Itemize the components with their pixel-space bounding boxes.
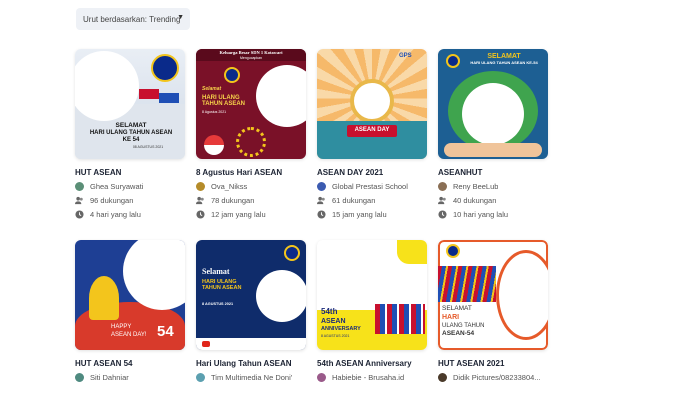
art-text: 8 AGUSTUS 2021 xyxy=(321,334,350,338)
author-name[interactable]: Siti Dahniar xyxy=(90,373,129,382)
art-text: ASEAN DAY xyxy=(354,127,390,133)
avatar xyxy=(317,182,326,191)
art-text: Keluarga Besar SDN 1 Kotawari xyxy=(219,50,283,55)
art-text: ASEAN xyxy=(321,318,346,325)
chevron-down-icon: ▼ xyxy=(177,14,184,21)
art-text: 8 AGUSTUS 2021 xyxy=(202,302,234,306)
author-name[interactable]: Ghea Suryawati xyxy=(90,182,143,191)
campaign-title[interactable]: 8 Agustus Hari ASEAN xyxy=(196,168,306,177)
clock-icon xyxy=(438,210,447,219)
time-ago: 12 jam yang lalu xyxy=(211,210,266,219)
art-text: Mengucapkan xyxy=(240,56,262,60)
support-count: 78 dukungan xyxy=(211,196,255,205)
art-text: 08 AGUSTUS 2021 xyxy=(132,145,164,149)
campaign-card[interactable]: Keluarga Besar SDN 1 Kotawari Mengucapka… xyxy=(196,49,306,219)
author-name[interactable]: Ova_Nikss xyxy=(211,182,247,191)
users-icon xyxy=(196,196,205,205)
art-text: HARI ULANG TAHUN ASEAN xyxy=(202,279,242,291)
art-text: KE 54 xyxy=(122,137,140,143)
art-text: SELAMAT xyxy=(115,122,147,129)
time-ago: 4 hari yang lalu xyxy=(90,210,141,219)
campaign-card[interactable]: SELAMAT HARI ULANG TAHUN ASEAN-54 HUT AS… xyxy=(438,240,548,382)
art-text: 54 xyxy=(157,323,174,340)
art-text: 8 Agustus 2021 xyxy=(202,110,227,114)
avatar xyxy=(196,182,205,191)
art-text: ULANG TAHUN xyxy=(442,323,485,329)
campaign-title[interactable]: HUT ASEAN 2021 xyxy=(438,359,548,368)
campaign-card[interactable]: SELAMAT HARI ULANG TAHUN ASEAN KE 54 08 … xyxy=(75,49,185,219)
campaign-thumbnail[interactable]: 54th ASEAN ANNIVERSARY 8 AGUSTUS 2021 xyxy=(317,240,427,350)
art-text: HARI ULANG TAHUN ASEAN xyxy=(202,95,245,108)
art-text: HARI ULANG TAHUN ASEAN xyxy=(89,130,173,136)
sort-dropdown[interactable]: Urut berdasarkan: Trending ▼ xyxy=(76,8,190,30)
campaign-title[interactable]: Hari Ulang Tahun ASEAN xyxy=(196,359,306,368)
avatar xyxy=(75,373,84,382)
campaign-thumbnail[interactable]: Keluarga Besar SDN 1 Kotawari Mengucapka… xyxy=(196,49,306,159)
art-text: ASEAN DAY! xyxy=(111,332,147,338)
author-name[interactable]: Habiebie - Brusaha.id xyxy=(332,373,404,382)
art-text: ASEAN-54 xyxy=(442,330,475,337)
campaign-card[interactable]: Selamat HARI ULANG TAHUN ASEAN 8 AGUSTUS… xyxy=(196,240,306,382)
art-text: 54th xyxy=(321,307,338,316)
clock-icon xyxy=(317,210,326,219)
campaign-thumbnail[interactable]: Selamat HARI ULANG TAHUN ASEAN 8 AGUSTUS… xyxy=(196,240,306,350)
campaign-thumbnail[interactable]: SELAMAT HARI ULANG TAHUN ASEAN KE 54 08 … xyxy=(75,49,185,159)
support-count: 40 dukungan xyxy=(453,196,497,205)
campaign-card[interactable]: 54th ASEAN ANNIVERSARY 8 AGUSTUS 2021 54… xyxy=(317,240,427,382)
support-count: 61 dukungan xyxy=(332,196,376,205)
campaign-title[interactable]: ASEAN DAY 2021 xyxy=(317,168,427,177)
art-text: GPS xyxy=(399,53,412,59)
campaign-title[interactable]: HUT ASEAN xyxy=(75,168,185,177)
art-text: HARI xyxy=(442,314,460,321)
campaign-thumbnail[interactable]: HAPPY ASEAN DAY! 54 xyxy=(75,240,185,350)
art-text: SELAMAT xyxy=(442,305,472,312)
author-name[interactable]: Global Prestasi School xyxy=(332,182,408,191)
time-ago: 15 jam yang lalu xyxy=(332,210,387,219)
clock-icon xyxy=(196,210,205,219)
campaign-title[interactable]: 54th ASEAN Anniversary xyxy=(317,359,427,368)
support-count: 96 dukungan xyxy=(90,196,134,205)
author-name[interactable]: Didik Pictures/08233804... xyxy=(453,373,541,382)
users-icon xyxy=(317,196,326,205)
art-text: HAPPY xyxy=(111,324,132,330)
time-ago: 10 hari yang lalu xyxy=(453,210,509,219)
author-name[interactable]: Reny BeeLub xyxy=(453,182,498,191)
avatar xyxy=(317,373,326,382)
avatar xyxy=(196,373,205,382)
author-name[interactable]: Tim Multimedia Ne Doni' xyxy=(211,373,292,382)
campaign-card[interactable]: GPS ASEAN DAY ASEAN DAY 2021 Global Pres… xyxy=(317,49,427,219)
campaign-thumbnail[interactable]: SELAMAT HARI ULANG TAHUN ASEAN-54 xyxy=(438,240,548,350)
campaign-title[interactable]: HUT ASEAN 54 xyxy=(75,359,185,368)
avatar xyxy=(438,182,447,191)
art-text: Selamat xyxy=(202,86,222,92)
avatar xyxy=(438,373,447,382)
sort-label: Urut berdasarkan: Trending xyxy=(83,14,181,24)
campaign-card[interactable]: SELAMAT HARI ULANG TAHUN ASEAN KE-54 ASE… xyxy=(438,49,548,219)
art-text: Selamat xyxy=(202,267,230,276)
campaign-title[interactable]: ASEANHUT xyxy=(438,168,548,177)
avatar xyxy=(75,182,84,191)
art-text: HARI ULANG TAHUN ASEAN KE-54 xyxy=(470,60,538,65)
users-icon xyxy=(438,196,447,205)
users-icon xyxy=(75,196,84,205)
campaign-thumbnail[interactable]: SELAMAT HARI ULANG TAHUN ASEAN KE-54 xyxy=(438,49,548,159)
art-text: ANNIVERSARY xyxy=(321,326,361,332)
campaign-thumbnail[interactable]: GPS ASEAN DAY xyxy=(317,49,427,159)
clock-icon xyxy=(75,210,84,219)
campaign-card[interactable]: HAPPY ASEAN DAY! 54 HUT ASEAN 54 Siti Da… xyxy=(75,240,185,382)
